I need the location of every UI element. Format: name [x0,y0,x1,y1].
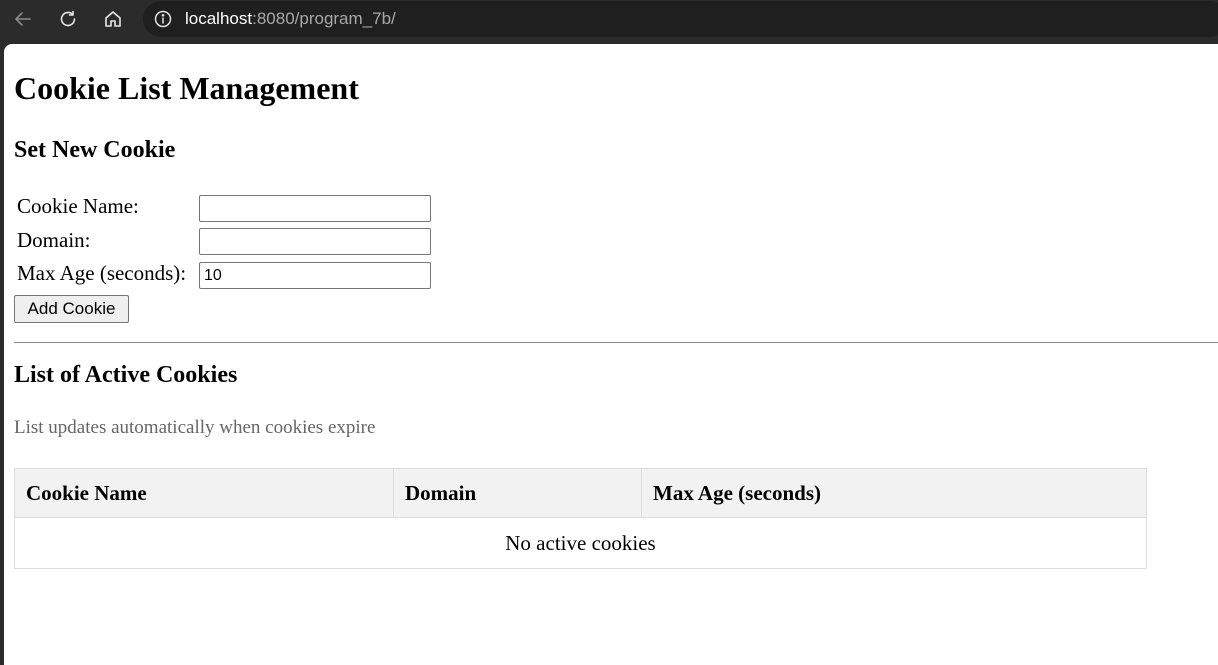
cookie-name-label: Cookie Name: [17,194,139,218]
home-button[interactable] [98,4,128,34]
set-cookie-heading: Set New Cookie [14,137,176,163]
auto-update-hint: List updates automatically when cookies … [14,417,376,438]
cookie-name-input[interactable] [199,195,431,222]
page-title: Cookie List Management [14,70,359,106]
domain-input[interactable] [199,228,431,255]
address-bar[interactable]: localhost:8080/program_7b/ [143,1,1218,37]
url-path: :8080/program_7b/ [252,9,396,28]
home-icon [105,11,121,27]
domain-label: Domain: [17,228,91,252]
info-icon[interactable] [154,10,172,28]
max-age-label: Max Age (seconds): [17,261,187,285]
add-cookie-button[interactable]: Add Cookie [14,295,129,323]
page-viewport: Cookie List Management Set New Cookie Co… [4,44,1218,665]
column-header-cookie-name: Cookie Name [14,468,394,518]
column-header-domain: Domain [393,468,642,518]
reload-button[interactable] [53,4,83,34]
reload-icon [60,10,76,27]
active-cookies-heading: List of Active Cookies [14,362,238,388]
cookie-table: Cookie Name Domain Max Age (seconds) No … [14,468,1147,569]
url-host: localhost [185,9,253,28]
back-button[interactable] [8,4,38,34]
browser-toolbar: localhost:8080/program_7b/ [0,0,1218,44]
table-row: No active cookies [14,517,1147,569]
column-header-max-age: Max Age (seconds) [641,468,1147,518]
max-age-input[interactable] [199,262,431,289]
url-text: localhost:8080/program_7b/ [185,9,396,29]
table-header-row: Cookie Name Domain Max Age (seconds) [14,468,1147,518]
arrow-left-icon [15,12,31,26]
empty-table-message: No active cookies [14,517,1147,569]
section-divider [14,342,1218,343]
